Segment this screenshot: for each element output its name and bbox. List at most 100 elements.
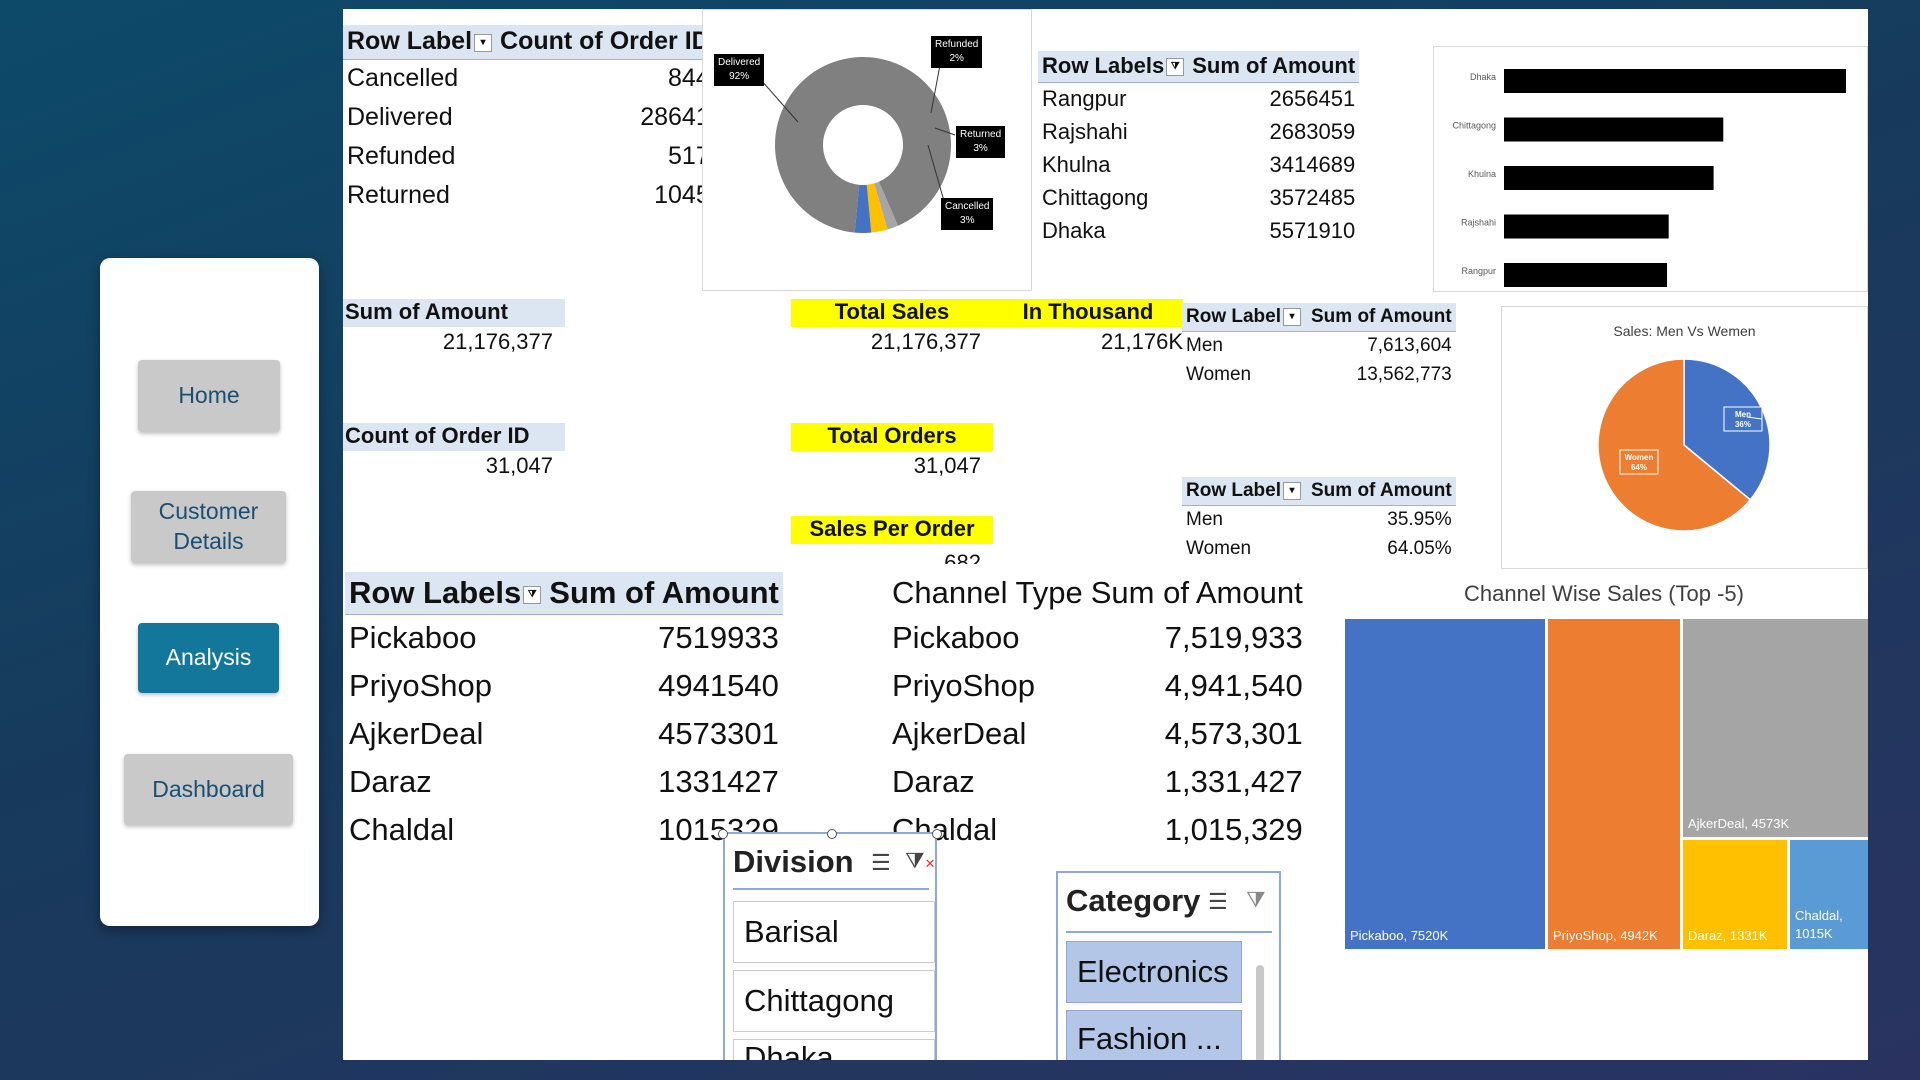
- table-cell: 2656451: [1269, 85, 1356, 111]
- channel-type-amount-header: Sum of Amount: [1090, 575, 1303, 610]
- sum-amount-label: Sum of Amount: [343, 299, 565, 327]
- table-cell: AjkerDeal: [892, 716, 1027, 751]
- treemap-tile-pickaboo[interactable]: Pickaboo, 7520K: [1345, 619, 1545, 949]
- filter-dropdown-icon[interactable]: ▾: [474, 33, 493, 52]
- table-cell: Women: [1186, 537, 1252, 559]
- table-cell: Returned: [347, 181, 450, 209]
- status-header-label: Row Label: [347, 27, 473, 56]
- table-cell: 5571910: [1269, 217, 1356, 243]
- table-cell: 13,562,773: [1356, 363, 1452, 385]
- clear-filter-icon[interactable]: ⧩: [1246, 887, 1266, 913]
- table-cell: Rajshahi: [1042, 118, 1128, 144]
- treemap-tile-ajkerdeal[interactable]: AjkerDeal, 4573K: [1683, 619, 1868, 837]
- slicer-item-barisal[interactable]: Barisal: [733, 901, 935, 963]
- table-cell: 3414689: [1269, 151, 1356, 177]
- treemap-tile-priyoshop[interactable]: PriyoShop, 4942K: [1548, 619, 1680, 949]
- slicer-item-dhaka[interactable]: Dhaka: [733, 1039, 935, 1060]
- bar-axis-label: Rajshahi: [1461, 218, 1496, 228]
- category-slicer-title: Category: [1066, 883, 1201, 918]
- total-sales-value: 21,176,377: [870, 329, 981, 354]
- sum-amount-value: 21,176,377: [442, 329, 553, 354]
- filter-dropdown-icon[interactable]: ▾: [1283, 481, 1302, 500]
- table-cell: Men: [1186, 508, 1223, 530]
- donut-label-refunded: Refunded 2%: [931, 36, 983, 68]
- division-pivot-table: Row Labels ⧩ Sum of Amount Rangpur 2656451…: [1038, 51, 1360, 247]
- table-cell: Daraz: [349, 764, 432, 799]
- slicer-item-electronics[interactable]: Electronics: [1066, 941, 1242, 1003]
- table-cell: Pickaboo: [349, 620, 477, 656]
- count-order-label: Count of Order ID: [343, 423, 565, 451]
- gender-pct-header-amount: Sum of Amount: [1307, 477, 1456, 506]
- division-header-label: Row Labels: [1042, 53, 1165, 79]
- table-cell: Pickaboo: [892, 620, 1020, 655]
- table-cell: 4941540: [658, 668, 779, 703]
- table-cell: 7,613,604: [1367, 334, 1452, 356]
- table-cell: 4573301: [658, 716, 779, 751]
- bar-khulna[interactable]: [1504, 166, 1714, 190]
- spreadsheet-canvas: Row Label ▾ Count of Order ID Cancelled 84…: [343, 9, 1868, 1060]
- table-cell: Women: [1186, 363, 1252, 385]
- division-slicer[interactable]: Division ☰ ⧩✕ Barisal Chittagong Dhaka: [718, 829, 942, 1060]
- treemap-label: AjkerDeal, 4573K: [1688, 816, 1790, 831]
- table-cell: Men: [1186, 334, 1223, 356]
- multi-select-icon[interactable]: ☰: [871, 850, 891, 876]
- bar-rangpur[interactable]: [1504, 263, 1668, 287]
- analysis-button[interactable]: Analysis: [138, 623, 279, 693]
- division-header-amount: Sum of Amount: [1188, 51, 1360, 83]
- slicer-scrollbar[interactable]: [1256, 965, 1264, 1060]
- treemap-label: Pickaboo, 7520K: [1350, 928, 1449, 943]
- treemap-tile-daraz[interactable]: Daraz, 1331K: [1683, 840, 1787, 949]
- resize-handle[interactable]: [718, 829, 728, 839]
- table-cell: 3572485: [1269, 184, 1356, 210]
- table-cell: 64.05%: [1387, 537, 1452, 559]
- division-bar-chart[interactable]: Dhaka Chittagong Khulna Rajshahi Rangpur: [1433, 46, 1868, 292]
- filter-icon[interactable]: ⧩: [1166, 58, 1185, 77]
- status-pivot-table: Row Label ▾ Count of Order ID Cancelled 84…: [343, 25, 714, 215]
- total-orders-value: 31,047: [913, 453, 981, 478]
- channel-treemap-chart[interactable]: Channel Wise Sales (Top -5) Pickaboo, 75…: [1340, 569, 1868, 957]
- order-status-donut-chart[interactable]: Delivered 92% Refunded 2% Returned 3% Cance…: [702, 9, 1032, 291]
- donut-label-cancelled: Cancelled 3%: [941, 198, 994, 230]
- total-sales-label: Total Sales: [791, 299, 993, 327]
- bar-svg: Dhaka Chittagong Khulna Rajshahi Rangpur: [1452, 69, 1846, 287]
- multi-select-icon[interactable]: ☰: [1208, 889, 1228, 915]
- table-cell: Rangpur: [1042, 85, 1127, 111]
- filter-dropdown-icon[interactable]: ▾: [1283, 307, 1302, 326]
- slicer-item-chittagong[interactable]: Chittagong: [733, 970, 935, 1032]
- table-cell: 7,519,933: [1164, 620, 1303, 655]
- treemap-label: PriyoShop, 4942K: [1553, 928, 1658, 943]
- bar-rajshahi[interactable]: [1504, 214, 1669, 239]
- table-cell: Delivered: [347, 103, 453, 131]
- channel-header-label: Row Labels: [349, 574, 522, 610]
- table-cell: Chittagong: [1042, 184, 1149, 210]
- slicer-item-fashion[interactable]: Fashion ...: [1066, 1010, 1242, 1060]
- filter-icon[interactable]: ⧩: [523, 585, 542, 604]
- category-slicer[interactable]: Category ☰ ⧩ Electronics Fashion ...: [1056, 871, 1281, 1060]
- bar-axis-label: Dhaka: [1470, 72, 1496, 82]
- table-cell: PriyoShop: [892, 668, 1036, 703]
- treemap-tile-chaldal[interactable]: Chaldal, 1015K: [1790, 840, 1868, 949]
- table-cell: 844: [668, 64, 710, 93]
- treemap-title: Channel Wise Sales (Top -5): [1463, 581, 1744, 606]
- navigation-panel: Home Customer Details Analysis Dashboard: [100, 258, 319, 926]
- home-button[interactable]: Home: [138, 360, 280, 432]
- dashboard-button[interactable]: Dashboard: [124, 754, 293, 825]
- customer-details-button[interactable]: Customer Details: [131, 491, 286, 563]
- gender-header-amount: Sum of Amount: [1307, 303, 1456, 332]
- gender-pie-chart[interactable]: Sales: Men Vs Wemen Men 36% Women 64%: [1501, 306, 1868, 569]
- treemap-label: Daraz, 1331K: [1688, 928, 1768, 943]
- division-slicer-title: Division: [733, 844, 854, 879]
- table-cell: 2683059: [1269, 118, 1356, 144]
- gender-header-label: Row Label: [1186, 305, 1282, 327]
- bar-axis-label: Khulna: [1468, 169, 1496, 179]
- bar-chittagong[interactable]: [1504, 117, 1724, 142]
- table-cell: Chaldal: [349, 812, 455, 847]
- resize-handle[interactable]: [827, 829, 837, 839]
- bar-dhaka[interactable]: [1504, 69, 1846, 93]
- gender-pie-title: Sales: Men Vs Wemen: [1613, 323, 1756, 339]
- clear-filter-icon[interactable]: ⧩✕: [905, 848, 936, 874]
- donut-label-returned: Returned 3%: [956, 126, 1006, 158]
- channel-type-table: Channel Type Sum of Amount Pickaboo 7,519…: [888, 572, 1307, 854]
- table-cell: PriyoShop: [349, 668, 493, 703]
- resize-handle[interactable]: [932, 829, 942, 839]
